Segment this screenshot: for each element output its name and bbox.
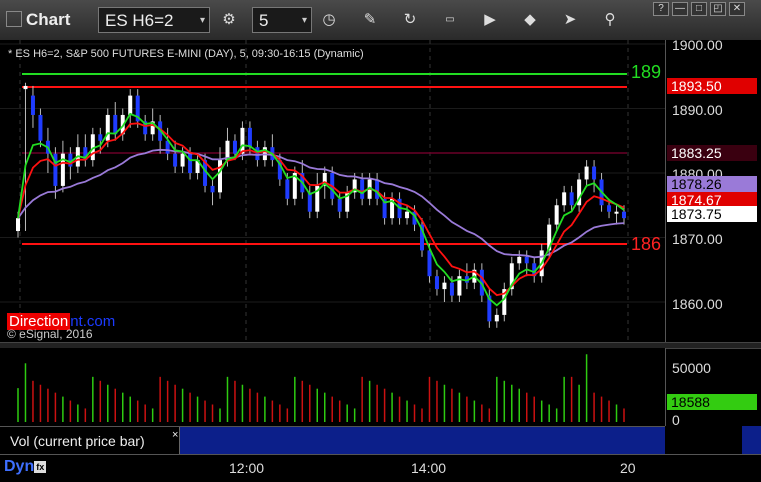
candle-body [442, 282, 447, 290]
fx-icon[interactable]: fx [34, 461, 47, 473]
chart-header: * ES H6=2, S&P 500 FUTURES E-MINI (DAY),… [8, 48, 364, 60]
candle-body [30, 95, 35, 115]
vol-y-tick: 50000 [672, 360, 711, 376]
price-box-purple-ma: 1878.26 [667, 176, 757, 192]
pin-icon[interactable]: ⚲ [597, 8, 623, 32]
play-icon[interactable]: ▶ [477, 8, 503, 32]
title-bar: Chart ES H6=2 ▾ ⚙ 5 ▾ ◷ ✎ ↻ ▭ ▶ ◆ ➤ ⚲ ? — … [0, 0, 761, 41]
candle-body [255, 147, 260, 161]
level-label-top: 189 [631, 62, 662, 82]
candle-body [173, 153, 178, 167]
price-chart-canvas [0, 40, 665, 342]
candle-body [188, 153, 193, 173]
volume-canvas [17, 354, 625, 422]
chevron-down-icon[interactable]: ▾ [200, 8, 205, 34]
dyn-label: Dyn [4, 458, 35, 475]
candle-body [307, 192, 312, 212]
ma-purple-line [17, 148, 625, 259]
minimize-button[interactable]: — [672, 2, 688, 16]
price-box-level: 1883.25 [667, 145, 757, 161]
quote-icon[interactable]: ▭ [437, 8, 463, 32]
maximize-button[interactable]: □ [691, 2, 707, 16]
candle-body [569, 192, 574, 206]
y-tick: 1890.00 [672, 102, 723, 118]
pencil-icon[interactable]: ✎ [357, 8, 383, 32]
x-tick: 14:00 [411, 460, 447, 476]
candle-body [180, 153, 185, 167]
candle-body [375, 179, 380, 199]
price-chart[interactable]: * ES H6=2, S&P 500 FUTURES E-MINI (DAY),… [0, 40, 665, 342]
candle-body [128, 95, 133, 115]
study-bar[interactable]: Vol (current price bar) × [0, 426, 665, 455]
volume-value-box: 18588 [667, 394, 757, 410]
candle-body [449, 282, 454, 296]
candle-body [38, 114, 43, 141]
candle-body [16, 218, 20, 232]
interval-value: 5 [259, 11, 269, 30]
candle-body [23, 85, 28, 90]
level-label-bottom: 186 [631, 234, 662, 254]
x-tick: 20 [620, 460, 636, 476]
y-tick: 1870.00 [672, 231, 723, 247]
help-button[interactable]: ? [653, 2, 669, 16]
close-button[interactable]: ✕ [729, 2, 745, 16]
symbol-value: ES H6=2 [105, 11, 174, 30]
volume-pane[interactable] [0, 348, 665, 426]
copyright: © eSignal, 2016 [7, 327, 93, 341]
eraser-icon[interactable]: ◆ [517, 8, 543, 32]
vol-y-tick: 0 [672, 412, 680, 428]
candle-body [427, 250, 432, 277]
settings-icon[interactable]: ⚙ [216, 8, 242, 32]
symbol-input[interactable]: ES H6=2 ▾ [98, 7, 210, 33]
candle-body [337, 198, 342, 212]
candle-body [285, 179, 290, 199]
clock-icon[interactable]: ◷ [316, 8, 342, 32]
candle-body [405, 211, 410, 219]
dynamic-toggle[interactable]: Dyn fx [4, 458, 47, 476]
study-label[interactable]: Vol (current price bar) [0, 427, 180, 455]
ma-green-line [17, 112, 625, 307]
x-tick: 12:00 [229, 460, 265, 476]
candle-body [517, 256, 522, 264]
candle-body [247, 127, 252, 148]
time-axis[interactable]: Dyn fx 12:00 14:00 20 [0, 454, 761, 482]
chevron-down-icon[interactable]: ▾ [302, 8, 307, 34]
window-title: Chart [6, 10, 70, 30]
candle-body [524, 256, 529, 264]
price-box-resistance: 1893.50 [667, 78, 757, 94]
candle-body [210, 185, 215, 193]
candle-body [360, 179, 365, 199]
candle-body [218, 160, 222, 193]
candle-body [562, 192, 567, 206]
y-tick: 1900.00 [672, 37, 723, 53]
candle-body [434, 276, 439, 290]
candle-body [98, 134, 103, 141]
candle-body [240, 127, 245, 154]
candle-body [554, 205, 559, 225]
price-box-last: 1873.75 [667, 206, 757, 222]
window-title-text: Chart [26, 10, 71, 29]
y-tick: 1860.00 [672, 296, 723, 312]
close-icon[interactable]: × [172, 429, 178, 441]
scroll-area[interactable] [742, 426, 761, 454]
chart-window-icon [6, 11, 22, 27]
candle-body [622, 211, 626, 219]
candle-body [232, 140, 237, 154]
candle-body [592, 166, 597, 180]
candle-body [494, 314, 499, 322]
refresh-icon[interactable]: ↻ [397, 8, 423, 32]
candle-body [584, 166, 589, 180]
candle-body [614, 211, 619, 214]
candle-body [607, 205, 612, 212]
interval-input[interactable]: 5 ▾ [252, 7, 312, 33]
pin-window-button[interactable]: ◰ [710, 2, 726, 16]
cursor-icon[interactable]: ➤ [557, 8, 583, 32]
